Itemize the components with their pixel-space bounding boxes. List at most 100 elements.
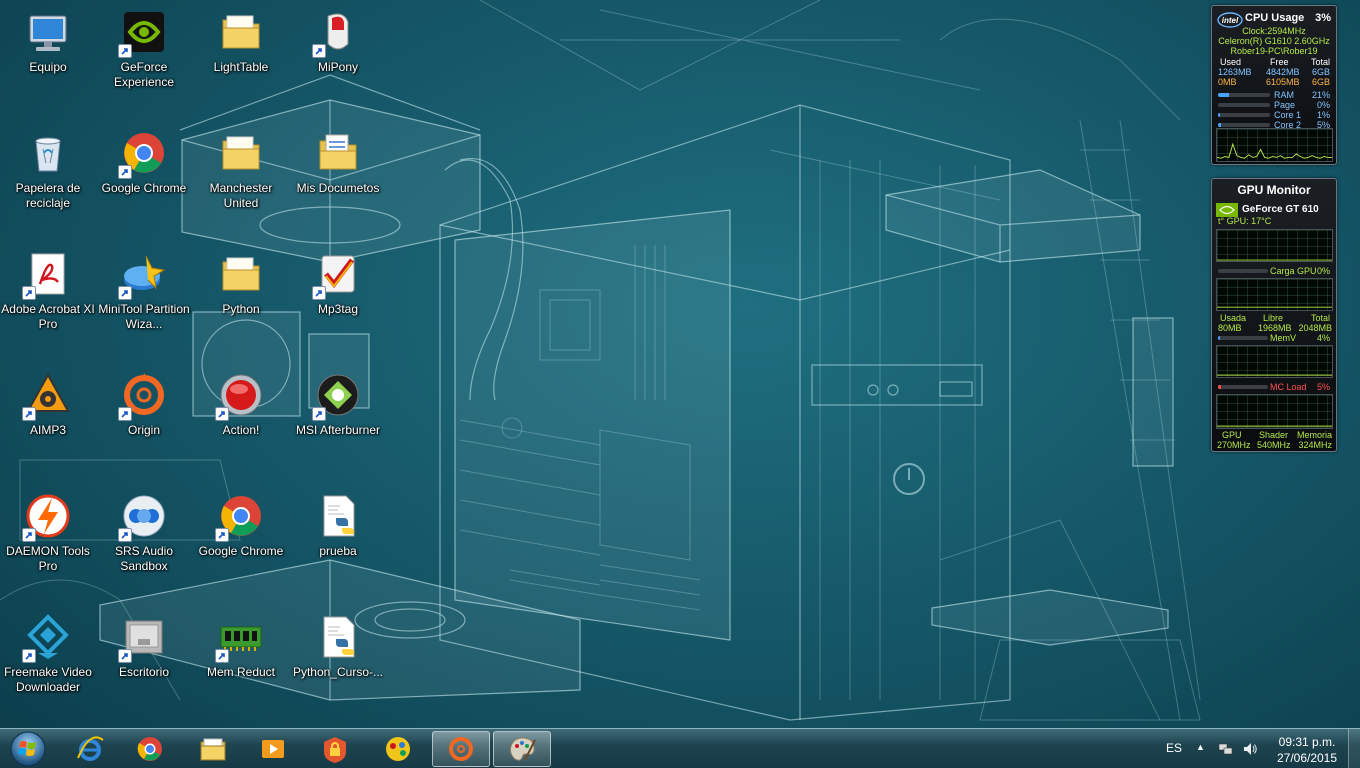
clock-gpu-header: GPU [1222, 430, 1242, 440]
desktop-icon[interactable]: AIMP3 [0, 363, 96, 471]
desktop-icon[interactable]: Papelera de reciclaje [0, 121, 96, 229]
meter-label: Core 1 [1274, 110, 1302, 120]
desktop-icon[interactable]: Freemake Video Downloader [0, 605, 96, 713]
show-desktop-button[interactable] [1348, 729, 1360, 768]
desktop-icon[interactable]: Python [193, 242, 289, 350]
taskbar-button-internet-explorer[interactable] [61, 731, 119, 767]
explorer-icon [200, 738, 226, 761]
taskbar-button-paint-app[interactable] [369, 731, 427, 767]
paint-icon [386, 737, 410, 761]
desktop-icon[interactable]: Origin [96, 363, 192, 471]
origin-icon [449, 737, 473, 761]
desktop-icon-label: Python [222, 302, 260, 316]
desktop-icon[interactable]: Escritorio [96, 605, 192, 713]
desktop-icon-label: Mis Documetos [296, 181, 380, 195]
meter-bar [1218, 93, 1270, 97]
gpu-monitor-gadget[interactable]: GPU Monitor GeForce GT 610 t° GPU: 17°C … [1211, 178, 1337, 452]
shortcut-arrow-icon [118, 649, 132, 663]
chrome-icon [215, 492, 265, 542]
chrome-icon [118, 129, 168, 179]
desktop-icon-label: Action! [222, 423, 260, 437]
gpu-temperature: t° GPU: 17°C [1218, 216, 1272, 226]
acrobat-icon [22, 250, 72, 300]
memv-value: 4% [1316, 333, 1330, 343]
desktop-icon-label: Origin [127, 423, 160, 437]
desktop-icon[interactable]: Mis Documetos [290, 121, 386, 229]
windows-orb-icon [10, 731, 46, 767]
taskbar-button-windows-explorer[interactable] [184, 731, 242, 767]
meter-label: RAM [1274, 90, 1294, 100]
taskbar-button-security-app[interactable] [306, 731, 364, 767]
clock-time: 09:31 p.m. [1278, 735, 1336, 749]
show-hidden-icons-button[interactable]: ▲ [1196, 742, 1205, 752]
chrome-icon [137, 737, 162, 761]
desktop-icon-label: MiniTool Partition Wiza... [98, 302, 190, 331]
mc-load-label: MC Load [1270, 382, 1307, 392]
taskbar-button-google-chrome[interactable] [121, 731, 179, 767]
desktop-icon[interactable]: Google Chrome [193, 484, 289, 592]
network-icon[interactable] [1218, 741, 1234, 757]
origin-icon [118, 371, 168, 421]
desktop-icon[interactable]: Action! [193, 363, 289, 471]
computer-icon [24, 8, 72, 56]
shortcut-arrow-icon [118, 286, 132, 300]
msi-afterburner-icon [312, 371, 362, 421]
shortcut-arrow-icon [22, 528, 36, 542]
desktop-icon[interactable]: Python_Curso-... [290, 605, 386, 713]
palette-icon [510, 737, 536, 761]
system-clock[interactable]: 09:31 p.m. 27/06/2015 [1268, 734, 1346, 766]
desktop-icon-label: SRS Audio Sandbox [114, 544, 174, 573]
clock-gpu-value: 270MHz [1217, 440, 1251, 450]
action-record-icon [215, 371, 265, 421]
shortcut-arrow-icon [312, 407, 326, 421]
taskbar-button-paint-classic[interactable] [493, 731, 551, 767]
meter-bar [1218, 113, 1270, 117]
desktop-icon[interactable]: prueba [290, 484, 386, 592]
start-button[interactable] [3, 730, 53, 768]
minitool-icon [118, 250, 168, 300]
shortcut-arrow-icon [118, 407, 132, 421]
folder-icon [217, 8, 265, 56]
desktop-icon[interactable]: DAEMON Tools Pro [0, 484, 96, 592]
desktop-icon[interactable]: MSI Afterburner [290, 363, 386, 471]
gpu-clock-graph [1216, 394, 1333, 429]
taskbar-button-media-player[interactable] [244, 731, 302, 767]
folder-icon [217, 250, 265, 298]
taskbar-button-origin[interactable] [432, 731, 490, 767]
desktop-icon[interactable]: MiniTool Partition Wiza... [96, 242, 192, 350]
daemon-tools-icon [22, 492, 72, 542]
desktop-icon-label: Mem Reduct [206, 665, 276, 679]
mipony-icon [312, 8, 362, 58]
mp3tag-icon [312, 250, 362, 300]
memv-bar [1218, 336, 1268, 340]
desktop-icon[interactable]: MiPony [290, 0, 386, 108]
python-file-icon [314, 492, 362, 540]
vram-free-header: Libre [1263, 313, 1284, 323]
desktop-icon-label: MSI Afterburner [295, 423, 381, 437]
desktop-shortcut-icon [118, 613, 168, 663]
desktop-icon-label: MiPony [317, 60, 358, 74]
volume-icon[interactable] [1242, 741, 1258, 757]
desktop-icon[interactable]: Google Chrome [96, 121, 192, 229]
clock-date: 27/06/2015 [1276, 751, 1338, 765]
desktop-icon-label: Python_Curso-... [292, 665, 384, 679]
gpu-memory-graph [1216, 278, 1333, 311]
cpu-usage-gadget[interactable]: intel CPU Usage 3% Clock:2594MHz Celeron… [1211, 5, 1337, 165]
meter-bar [1218, 123, 1270, 127]
gpu-load-bar [1218, 269, 1268, 273]
meter-label: Page [1274, 100, 1296, 110]
language-indicator[interactable]: ES [1166, 741, 1182, 755]
shortcut-arrow-icon [215, 528, 229, 542]
vram-free: 1968MB [1258, 323, 1292, 333]
documents-folder-icon [314, 129, 362, 177]
desktop-icon[interactable]: SRS Audio Sandbox [96, 484, 192, 592]
desktop-icon[interactable]: GeForce Experience [96, 0, 192, 108]
desktop-icon[interactable]: Equipo [0, 0, 96, 108]
desktop-icon[interactable]: Adobe Acrobat XI Pro [0, 242, 96, 350]
desktop-icon-label: Google Chrome [101, 181, 187, 195]
desktop-icon[interactable]: Mp3tag [290, 242, 386, 350]
desktop-icon-label: Escritorio [118, 665, 169, 679]
desktop-icon[interactable]: LightTable [193, 0, 289, 108]
desktop-icon[interactable]: Manchester United [193, 121, 289, 229]
desktop-icon[interactable]: Mem Reduct [193, 605, 289, 713]
